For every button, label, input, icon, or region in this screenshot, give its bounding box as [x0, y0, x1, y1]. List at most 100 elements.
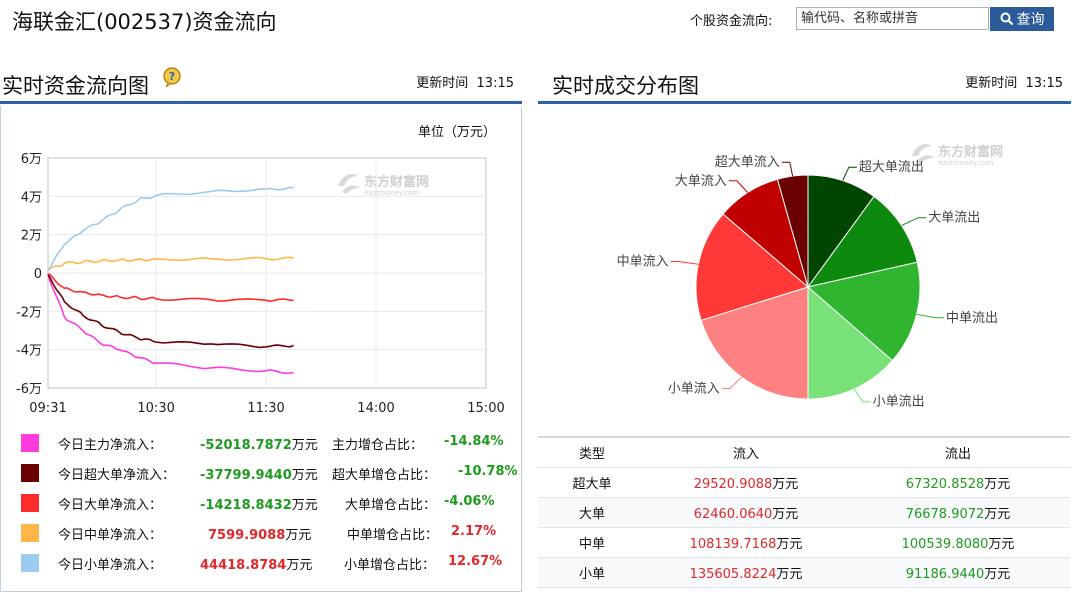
pie-slices	[695, 174, 921, 400]
pie-label: 小单流入	[668, 382, 720, 397]
legend-value: 44418.8784万元	[200, 558, 313, 573]
table-row: 超大单 29520.9088万元 67320.8528万元	[538, 467, 1070, 498]
legend-value: 7599.9088万元	[208, 528, 312, 543]
chart-grid	[47, 157, 487, 389]
search-button[interactable]: 查询	[990, 7, 1054, 31]
pie-label-line	[781, 161, 794, 177]
distribution-section-title: 实时成交分布图	[552, 74, 699, 98]
table-header-type: 类型	[538, 436, 646, 468]
table-cell-inflow: 29520.9088万元	[646, 467, 846, 498]
table-header-row: 类型 流入 流出	[538, 436, 1070, 468]
pie-label-line	[853, 388, 871, 403]
legend-name: 今日主力净流入：	[58, 438, 163, 453]
legend-ratio-value: -14.84%	[444, 434, 504, 449]
pie-label-line	[670, 261, 699, 265]
legend-swatch	[21, 434, 39, 452]
page-title: 海联金汇(002537)资金流向	[12, 10, 277, 34]
watermark-text: 东方财富网	[938, 144, 1003, 160]
watermark-text: 东方财富网	[364, 174, 429, 190]
watermark-subtext: eastmoney.com	[364, 189, 419, 197]
search-icon	[1000, 12, 1013, 26]
pie-label: 超大单流入	[715, 155, 780, 170]
legend-value: -14218.8432万元	[200, 498, 318, 513]
y-tick-label: -6万	[16, 382, 42, 397]
table-cell-outflow: 67320.8528万元	[846, 467, 1070, 498]
table-cell-inflow: 62460.0640万元	[646, 497, 846, 528]
legend-swatch	[21, 524, 39, 542]
pie-label-line	[721, 376, 742, 389]
table-cell-outflow: 100539.8080万元	[846, 527, 1070, 558]
pie-label-line	[728, 180, 749, 193]
search-label: 个股资金流向:	[690, 14, 773, 29]
table-cell-type: 中单	[538, 527, 646, 558]
legend-ratio-value: -10.78%	[458, 464, 518, 479]
legend-name: 今日超大单净流入：	[58, 468, 176, 483]
legend-ratio-label: 大单增仓占比：	[345, 498, 437, 513]
x-tick-label: 11:30	[247, 401, 284, 416]
flow-update-time: 更新时间 13:15	[416, 76, 514, 91]
legend-value: -37799.9440万元	[200, 468, 318, 483]
legend-ratio-label: 小单增仓占比：	[344, 558, 436, 573]
distribution-pie-chart: 东方财富网 eastmoney.com 超大单流出大单流出中单流出小单流出 小单流…	[617, 144, 1003, 410]
y-tick-label: -2万	[16, 305, 42, 320]
table-row: 大单 62460.0640万元 76678.9072万元	[538, 497, 1070, 528]
table-header-outflow: 流出	[846, 436, 1070, 468]
table-cell-inflow: 135605.8224万元	[646, 557, 846, 588]
y-tick-label: 4万	[21, 190, 42, 205]
y-axis-ticks: 6万 4万 2万 0 -2万 -4万 -6万	[16, 152, 42, 397]
legend-row-medium: 今日中单净流入： 7599.9088万元 中单增仓占比： 2.17%	[0, 518, 522, 548]
legend-ratio-label: 超大单增仓占比：	[332, 468, 437, 483]
y-tick-label: 6万	[21, 152, 42, 167]
x-axis-ticks: 09:31 10:30 11:30 14:00 15:00	[29, 401, 504, 416]
x-tick-label: 15:00	[467, 401, 504, 416]
search-input[interactable]	[796, 7, 989, 30]
flow-section-title: 实时资金流向图	[2, 74, 149, 98]
pie-label: 小单流出	[873, 395, 925, 410]
legend-swatch	[21, 554, 39, 572]
legend-row-small: 今日小单净流入： 44418.8784万元 小单增仓占比： 12.67%	[0, 548, 522, 578]
legend-value: -52018.7872万元	[200, 438, 318, 453]
legend-ratio-label: 主力增仓占比：	[332, 438, 424, 453]
legend-swatch	[21, 494, 39, 512]
table-cell-type: 大单	[538, 497, 646, 528]
table-row: 中单 108139.7168万元 100539.8080万元	[538, 527, 1070, 558]
distribution-update-time: 更新时间 13:15	[965, 76, 1063, 91]
distribution-section-header: 实时成交分布图 更新时间 13:15	[538, 66, 1071, 104]
pie-label-line	[916, 313, 944, 319]
y-tick-label: 2万	[21, 229, 42, 244]
pie-label: 中单流入	[617, 255, 669, 270]
flow-table: 类型 流入 流出 超大单 29520.9088万元 67320.8528万元 大…	[538, 436, 1070, 588]
legend-row-super-large: 今日超大单净流入： -37799.9440万元 超大单增仓占比： -10.78%	[0, 458, 522, 488]
pie-label: 超大单流出	[859, 160, 924, 175]
legend-ratio-value: 2.17%	[451, 524, 497, 539]
y-tick-label: 0	[34, 267, 42, 282]
pie-label-line	[901, 217, 927, 226]
svg-text:?: ?	[169, 70, 175, 83]
y-tick-label: -4万	[16, 344, 42, 359]
flow-line-chart: 东方财富网 eastmoney.com 6万 4万 2万 0 -2万 -4万 -6万 09:…	[16, 152, 505, 416]
legend-name: 今日中单净流入：	[58, 528, 163, 543]
unit-label: 单位（万元）	[418, 125, 497, 140]
legend-ratio-label: 中单增仓占比：	[347, 528, 439, 543]
pie-label: 中单流出	[946, 311, 998, 326]
legend-row-large: 今日大单净流入： -14218.8432万元 大单增仓占比： -4.06%	[0, 488, 522, 518]
x-tick-label: 09:31	[29, 401, 66, 416]
flow-section-header: 实时资金流向图 ? 更新时间 13:15	[0, 66, 522, 104]
table-row: 小单 135605.8224万元 91186.9440万元	[538, 557, 1070, 588]
pie-label: 大单流入	[675, 174, 727, 189]
watermark: 东方财富网 eastmoney.com	[912, 144, 1003, 167]
x-tick-label: 14:00	[357, 401, 394, 416]
legend-swatch	[21, 464, 39, 482]
pie-label-line	[842, 166, 857, 181]
legend-name: 今日小单净流入：	[58, 558, 163, 573]
legend-name: 今日大单净流入：	[58, 498, 163, 513]
table-cell-inflow: 108139.7168万元	[646, 527, 846, 558]
legend-row-main: 今日主力净流入： -52018.7872万元 主力增仓占比： -14.84%	[0, 428, 522, 458]
table-header-inflow: 流入	[646, 436, 846, 468]
table-cell-outflow: 91186.9440万元	[846, 557, 1070, 588]
table-cell-type: 超大单	[538, 467, 646, 498]
search-button-label: 查询	[1016, 12, 1045, 28]
legend-ratio-value: -4.06%	[444, 494, 495, 509]
table-cell-outflow: 76678.9072万元	[846, 497, 1070, 528]
help-icon[interactable]: ?	[162, 66, 184, 88]
